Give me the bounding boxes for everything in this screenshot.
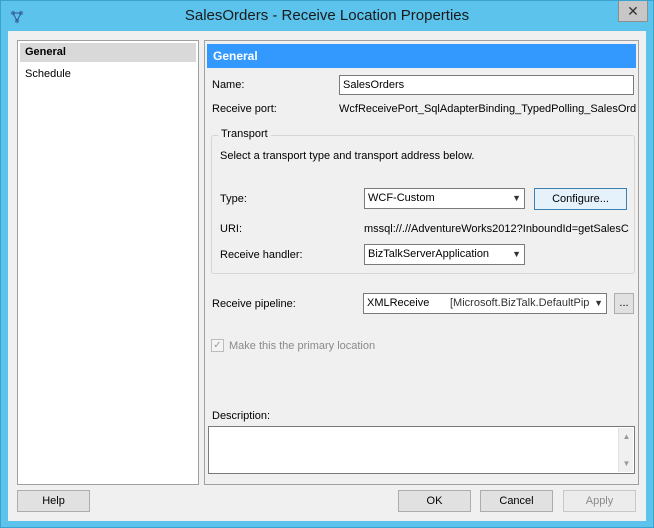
scroll-down-icon[interactable]: ▼ (620, 456, 633, 471)
chevron-down-icon: ▼ (512, 193, 521, 203)
type-label: Type: (220, 193, 247, 205)
chevron-down-icon: ▼ (592, 294, 603, 313)
uri-value: mssql://.//AdventureWorks2012?InboundId=… (364, 223, 629, 235)
transport-instructions: Select a transport type and transport ad… (220, 150, 475, 162)
name-input[interactable]: SalesOrders (339, 75, 634, 95)
dialog-window: SalesOrders - Receive Location Propertie… (0, 0, 654, 528)
dialog-client: General Schedule General Name: SalesOrde… (8, 31, 646, 521)
pipeline-name: XMLReceive (367, 297, 430, 309)
chevron-down-icon: ▼ (512, 249, 521, 259)
name-label: Name: (212, 79, 245, 91)
transport-group-title: Transport (218, 128, 271, 140)
scroll-up-icon[interactable]: ▲ (620, 429, 633, 444)
general-panel: General Name: SalesOrders Receive port: … (204, 40, 639, 485)
help-button[interactable]: Help (17, 490, 90, 512)
configure-button[interactable]: Configure... (534, 188, 627, 210)
pipeline-browse-button[interactable]: ... (614, 293, 634, 314)
window-title: SalesOrders - Receive Location Propertie… (184, 7, 470, 24)
close-button[interactable]: ✕ (618, 1, 648, 22)
close-icon: ✕ (627, 2, 639, 19)
transport-type-select[interactable]: WCF-Custom ▼ (364, 188, 525, 209)
receive-port-label: Receive port: (212, 103, 277, 115)
ok-button[interactable]: OK (398, 490, 471, 512)
description-input[interactable]: ▲ ▼ (208, 426, 635, 474)
transport-type-value: WCF-Custom (368, 192, 435, 204)
receive-handler-value: BizTalkServerApplication (368, 248, 490, 260)
panel-header: General (207, 44, 636, 68)
transport-group: Transport Select a transport type and tr… (211, 128, 635, 274)
description-label: Description: (212, 410, 271, 422)
receive-port-value: WcfReceivePort_SqlAdapterBinding_TypedPo… (339, 103, 636, 115)
nav-list: General Schedule (17, 40, 199, 485)
nav-item-general[interactable]: General (20, 43, 196, 62)
primary-location-checkbox[interactable]: ✓ (211, 339, 224, 352)
cancel-button[interactable]: Cancel (480, 490, 553, 512)
primary-location-label: Make this the primary location (229, 340, 376, 352)
receive-pipeline-label: Receive pipeline: (212, 298, 296, 310)
description-scrollbar[interactable]: ▲ ▼ (618, 428, 633, 472)
pipeline-assembly: [Microsoft.BizTalk.DefaultPip (450, 297, 590, 309)
receive-pipeline-select[interactable]: XMLReceive [Microsoft.BizTalk.DefaultPip… (363, 293, 607, 314)
uri-label: URI: (220, 223, 242, 235)
title-bar: SalesOrders - Receive Location Propertie… (1, 1, 653, 31)
receive-handler-label: Receive handler: (220, 249, 303, 261)
receive-handler-select[interactable]: BizTalkServerApplication ▼ (364, 244, 525, 265)
apply-button[interactable]: Apply (563, 490, 636, 512)
nav-item-schedule[interactable]: Schedule (20, 65, 196, 84)
